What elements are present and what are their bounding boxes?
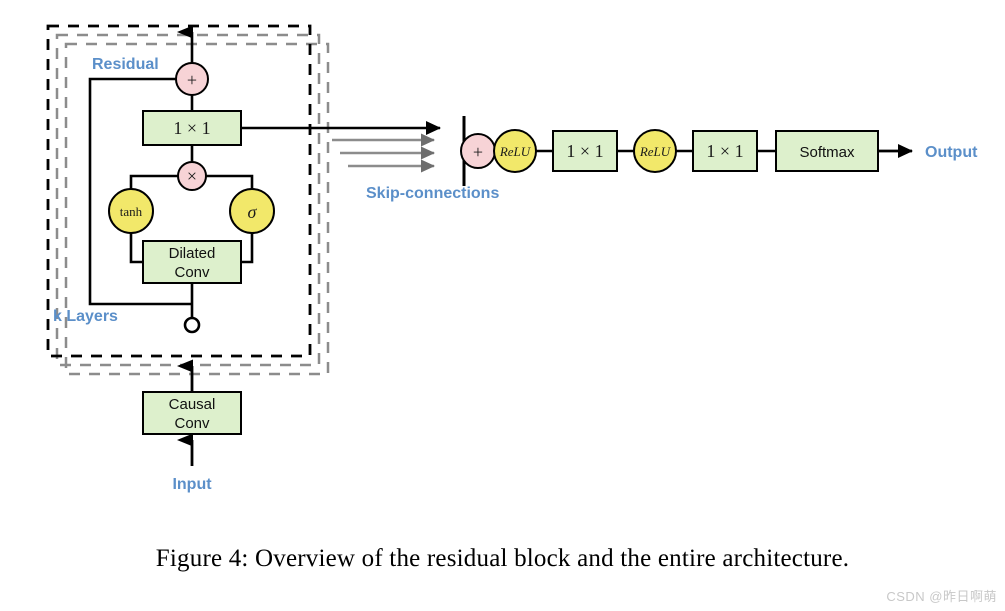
- label-residual: Residual: [92, 56, 159, 73]
- node-label: ×: [187, 166, 197, 186]
- node-label: +: [473, 142, 483, 162]
- wire-dilated-to-tanh: [129, 233, 143, 264]
- input-junction-dot: [183, 316, 201, 334]
- node-tanh[interactable]: tanh: [108, 188, 154, 234]
- node-label: 1 × 1: [173, 118, 210, 138]
- wire-tanh-to-multiply: [129, 174, 178, 189]
- skip-lines-gray: [332, 133, 435, 173]
- node-label: +: [187, 70, 197, 90]
- figure-container: 1 × 1 Dilated Conv Causal Conv 1 × 1 1 ×…: [0, 0, 1005, 611]
- node-residual-add[interactable]: +: [175, 62, 209, 96]
- node-label-line2: Conv: [174, 415, 210, 432]
- label-output: Output: [925, 144, 978, 161]
- wire-sigma-to-multiply: [206, 174, 254, 189]
- node-label: ReLU: [639, 144, 672, 159]
- node-label-line1: Causal: [169, 396, 216, 413]
- node-relu-1[interactable]: ReLU: [493, 129, 537, 173]
- node-sigma[interactable]: σ: [229, 188, 275, 234]
- figure-caption: Figure 4: Overview of the residual block…: [155, 545, 850, 572]
- architecture-diagram: 1 × 1 Dilated Conv Causal Conv 1 × 1 1 ×…: [46, 24, 978, 493]
- node-label: Softmax: [799, 144, 855, 161]
- node-conv1x1-residual[interactable]: 1 × 1: [142, 110, 242, 146]
- node-label: tanh: [120, 204, 143, 219]
- label-input: Input: [172, 476, 212, 493]
- label-k-layers: k Layers: [53, 308, 118, 325]
- node-causal-conv[interactable]: Causal Conv: [142, 391, 242, 435]
- node-conv1x1-b[interactable]: 1 × 1: [692, 130, 758, 172]
- label-skip-connections: Skip-connections: [366, 185, 499, 202]
- node-skip-add[interactable]: +: [460, 133, 496, 169]
- node-softmax[interactable]: Softmax: [775, 130, 879, 172]
- node-dilated-conv[interactable]: Dilated Conv: [142, 240, 242, 284]
- wire-dilated-to-sigma: [241, 233, 254, 264]
- node-gated-multiply[interactable]: ×: [177, 161, 207, 191]
- node-label: σ: [248, 202, 258, 222]
- node-label: ReLU: [499, 144, 532, 159]
- node-relu-2[interactable]: ReLU: [633, 129, 677, 173]
- node-label-line2: Conv: [174, 264, 210, 281]
- node-label: 1 × 1: [566, 141, 603, 161]
- csdn-watermark: CSDN @昨日啊萌: [886, 589, 997, 604]
- node-conv1x1-a[interactable]: 1 × 1: [552, 130, 618, 172]
- node-label: 1 × 1: [706, 141, 743, 161]
- node-label-line1: Dilated: [169, 245, 216, 262]
